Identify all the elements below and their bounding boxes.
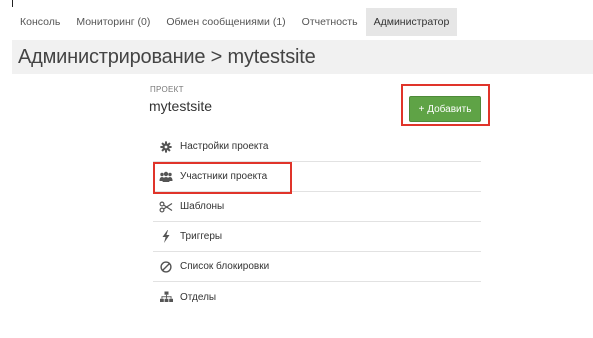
menu-item-templates[interactable]: Шаблоны [153, 192, 481, 222]
hierarchy-icon [159, 290, 173, 304]
menu-item-triggers[interactable]: Триггеры [153, 222, 481, 252]
block-icon [159, 260, 173, 274]
tab-messaging[interactable]: Обмен сообщениями (1) [158, 8, 293, 36]
project-settings-menu: Настройки проекта Участники проекта Шабл… [153, 132, 481, 312]
project-section-label: ПРОЕКТ [150, 85, 184, 94]
tab-reporting[interactable]: Отчетность [294, 8, 366, 36]
menu-item-label: Триггеры [180, 231, 223, 242]
menu-item-blocklist[interactable]: Список блокировки [153, 252, 481, 282]
project-name: mytestsite [149, 98, 213, 114]
users-icon [159, 170, 173, 184]
tab-console[interactable]: Консоль [12, 8, 68, 36]
menu-item-label: Настройки проекта [180, 141, 269, 152]
page-title: Администрирование > mytestsite [18, 45, 316, 68]
menu-item-label: Список блокировки [180, 261, 270, 272]
tab-monitoring[interactable]: Мониторинг (0) [68, 8, 158, 36]
add-button[interactable]: + Добавить [409, 96, 481, 122]
top-navigation: Консоль Мониторинг (0) Обмен сообщениями… [12, 8, 458, 36]
menu-item-label: Участники проекта [180, 171, 268, 182]
menu-item-label: Шаблоны [180, 201, 225, 212]
menu-item-project-settings[interactable]: Настройки проекта [153, 132, 481, 162]
text-cursor-mark [12, 0, 13, 7]
lightning-icon [159, 230, 173, 244]
gear-icon [159, 140, 173, 154]
page-title-bar: Администрирование > mytestsite [12, 40, 593, 74]
menu-item-departments[interactable]: Отделы [153, 282, 481, 312]
tab-administrator[interactable]: Администратор [365, 8, 458, 36]
menu-item-project-members[interactable]: Участники проекта [153, 162, 481, 192]
menu-item-label: Отделы [180, 291, 217, 303]
scissors-icon [159, 200, 173, 214]
